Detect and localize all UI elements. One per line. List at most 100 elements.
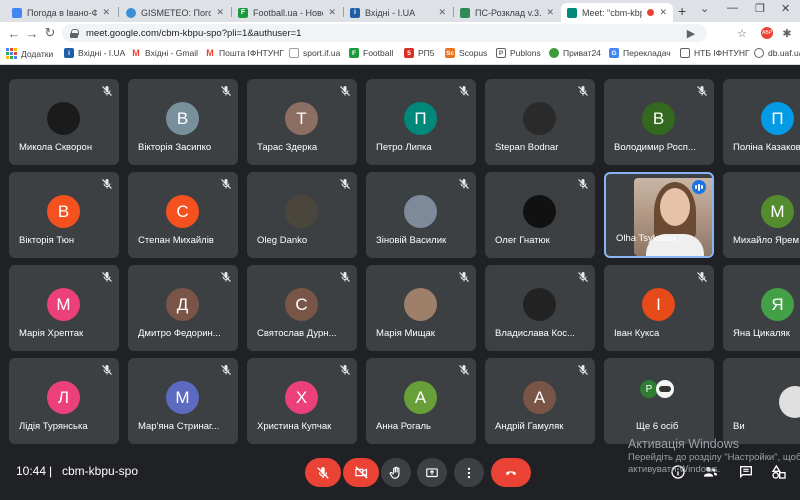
address-bar[interactable]: meet.google.com/cbm-kbpu-spo?pli=1&authu… — [62, 24, 707, 42]
close-icon[interactable]: ✕ — [102, 7, 110, 18]
bookmark-star-icon[interactable]: ☆ — [735, 26, 749, 40]
tab-football[interactable]: F Football.ua - Новост ✕ — [232, 3, 342, 22]
mic-muted-icon — [340, 272, 350, 282]
participant-tile[interactable]: Ви — [723, 358, 800, 444]
bookmark-privat24[interactable]: Приват24 — [549, 48, 601, 58]
activities-button[interactable] — [770, 463, 788, 481]
participant-tile[interactable]: П Поліна Казакова — [723, 79, 800, 165]
participant-tile[interactable]: С Степан Михайлів — [128, 172, 238, 258]
tab-meet[interactable]: Meet: "cbm-kbpu ✕ — [561, 3, 673, 22]
camera-permission-icon[interactable]: ▶ — [684, 26, 698, 40]
bookmark-apps[interactable]: Додатки — [6, 48, 53, 59]
participant-tile[interactable]: Stepan Bodnar — [485, 79, 595, 165]
camera-toggle-button[interactable] — [343, 458, 379, 487]
participant-avatar: Х — [285, 381, 318, 414]
new-tab-button[interactable]: + — [678, 3, 686, 19]
participant-photo — [523, 102, 556, 135]
library-icon — [680, 48, 690, 58]
participant-tile[interactable]: Я Яна Цикаляк — [723, 265, 800, 351]
mic-muted-icon — [577, 364, 589, 376]
bookmark-rp5[interactable]: 5 РП5 — [404, 48, 435, 58]
bookmark-library[interactable]: НТБ ІФНТУНГ — [680, 48, 750, 58]
browser-tab-strip: Погода в Івано-Франк ✕ GISMETEO: Погода … — [0, 0, 800, 22]
more-options-button[interactable] — [454, 458, 484, 487]
bookmark-ifntung-mail[interactable]: M Пошта ІФНТУНГ — [205, 48, 284, 58]
weather-icon — [12, 7, 22, 18]
bookmark-translate[interactable]: G Перекладач — [609, 48, 671, 58]
participant-avatar: Д — [166, 288, 199, 321]
participant-tile[interactable]: Микола Скворон — [9, 79, 119, 165]
windows-activation-text: активувати Windows. — [628, 464, 721, 475]
maximize-icon[interactable]: ❐ — [755, 2, 765, 15]
bookmark-db-uaf[interactable]: db.uaf.ua — [754, 48, 800, 58]
mic-muted-icon — [578, 365, 588, 375]
bookmark-iua[interactable]: i Вхідні - I.UA — [64, 48, 125, 58]
participant-tile[interactable]: Olha Tsykaliak — [604, 172, 714, 258]
tab-search-icon[interactable]: ⌄ — [700, 2, 709, 15]
participant-tile[interactable]: Т Тарас Здерка — [247, 79, 357, 165]
minimize-icon[interactable]: — — [727, 2, 738, 14]
participant-tile[interactable]: Олег Гнатюк — [485, 172, 595, 258]
participant-tile[interactable]: М Марія Хрептак — [9, 265, 119, 351]
mic-muted-icon — [458, 271, 470, 283]
raise-hand-button[interactable] — [381, 458, 411, 487]
adblock-icon[interactable]: ABP — [760, 26, 774, 40]
football-icon: F — [349, 48, 359, 58]
windows-activation-text: Перейдіть до розділу "Настройки", щоб — [628, 452, 800, 463]
tab-title: Погода в Івано-Франк — [27, 7, 98, 18]
present-screen-button[interactable] — [417, 458, 447, 487]
participant-avatar: Я — [761, 288, 794, 321]
participant-name: Петро Липка — [376, 142, 432, 153]
participant-tile[interactable]: І Іван Кукса — [604, 265, 714, 351]
bookmark-football[interactable]: F Football — [349, 48, 393, 58]
close-icon[interactable]: ✕ — [438, 7, 446, 18]
close-icon[interactable]: ✕ — [546, 7, 554, 18]
close-window-icon[interactable]: ✕ — [781, 2, 790, 15]
back-icon[interactable]: ← — [6, 25, 22, 41]
bookmark-label: Додатки — [21, 48, 54, 59]
participant-tile[interactable]: П Петро Липка — [366, 79, 476, 165]
mic-muted-icon — [340, 365, 350, 375]
tab-schedule[interactable]: ПС-Розклад v.3.8.2 ✕ — [454, 3, 560, 22]
extensions-icon[interactable]: ✱ — [780, 26, 794, 40]
participant-avatar: М — [166, 381, 199, 414]
participant-tile[interactable]: М Мар'яна Стринаг... — [128, 358, 238, 444]
bookmark-scopus[interactable]: Sc Scopus — [445, 48, 487, 58]
bookmark-gmail[interactable]: M Вхідні - Gmail — [131, 48, 198, 58]
reload-icon[interactable]: ↻ — [42, 25, 58, 41]
participant-tile[interactable]: В Володимир Росп... — [604, 79, 714, 165]
participant-tile[interactable]: В Вікторія Засипко — [128, 79, 238, 165]
bookmark-sport[interactable]: sport.if.ua — [289, 48, 340, 58]
bookmark-publons[interactable]: P Publons — [496, 48, 541, 58]
tab-iua[interactable]: i Вхідні - I.UA ✕ — [344, 3, 452, 22]
participant-tile[interactable]: А Андрій Гамуляк — [485, 358, 595, 444]
tab-weather[interactable]: Погода в Івано-Франк ✕ — [6, 3, 116, 22]
participant-tile[interactable]: Oleg Danko — [247, 172, 357, 258]
participant-tile[interactable]: М Михайло Ярем — [723, 172, 800, 258]
close-icon[interactable]: ✕ — [659, 7, 667, 18]
participant-avatar: П — [404, 102, 437, 135]
close-icon[interactable]: ✕ — [216, 7, 224, 18]
mic-muted-icon — [577, 271, 589, 283]
participant-tile[interactable]: Владислава Кос... — [485, 265, 595, 351]
chat-button[interactable] — [737, 463, 755, 481]
participant-tile[interactable]: В Вікторія Тюн — [9, 172, 119, 258]
participant-tile[interactable]: С Святослав Дурн... — [247, 265, 357, 351]
participant-tile[interactable]: Д Дмитро Федорин... — [128, 265, 238, 351]
participant-tile[interactable]: А Анна Рогаль — [366, 358, 476, 444]
tab-gismeteo[interactable]: GISMETEO: Погода в ✕ — [120, 3, 230, 22]
microphone-toggle-button[interactable] — [305, 458, 341, 487]
forward-icon[interactable]: → — [24, 25, 40, 41]
participant-tile[interactable]: Марія Мищак — [366, 265, 476, 351]
close-icon[interactable]: ✕ — [328, 7, 336, 18]
lock-icon[interactable] — [70, 28, 79, 38]
participant-tile[interactable]: P Ще 6 осіб — [604, 358, 714, 444]
participant-tile[interactable]: Зіновій Василик — [366, 172, 476, 258]
mic-muted-icon — [459, 365, 469, 375]
participant-tile[interactable]: Х Христина Купчак — [247, 358, 357, 444]
football-icon: F — [238, 7, 248, 18]
leave-call-button[interactable] — [491, 458, 531, 487]
bookmark-label: sport.if.ua — [303, 48, 341, 58]
mic-muted-icon — [578, 272, 588, 282]
participant-tile[interactable]: Л Лідія Турянська — [9, 358, 119, 444]
